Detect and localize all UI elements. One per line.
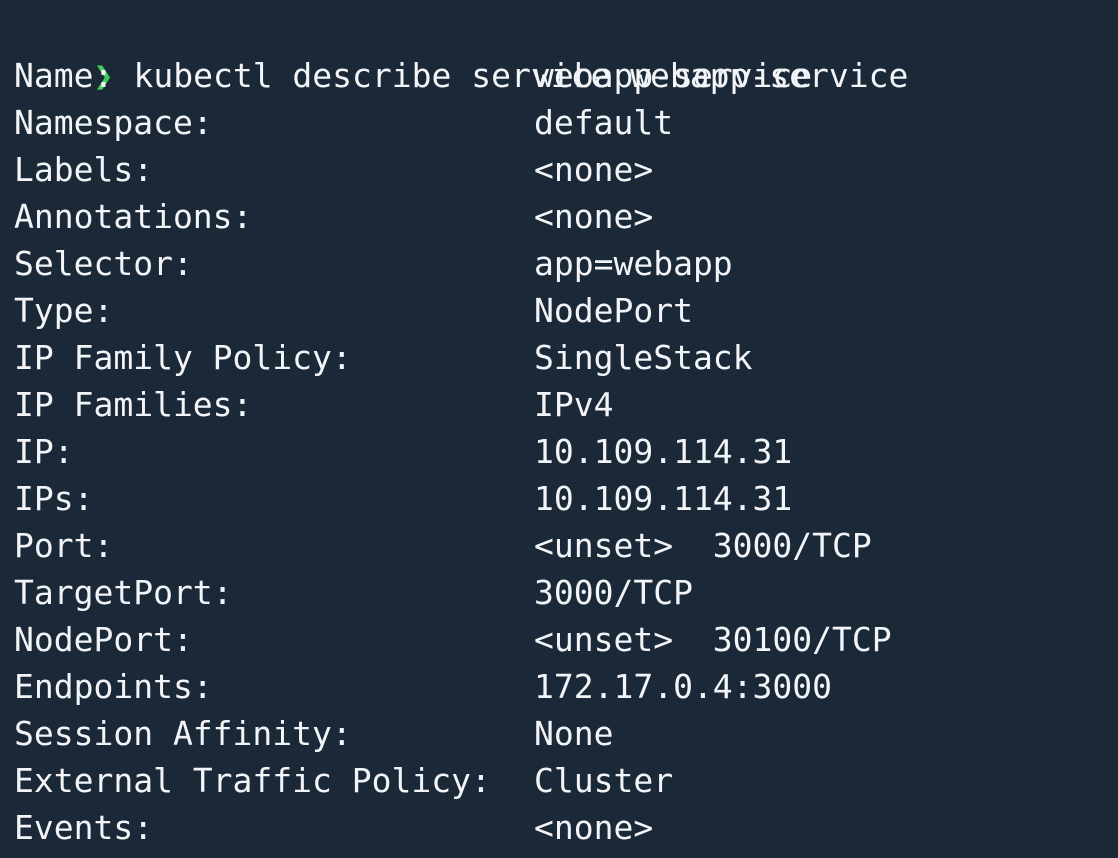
field-key: IP: (14, 432, 74, 471)
field-value: <none> (534, 197, 654, 236)
field-key: Annotations: (14, 197, 253, 236)
field-row-annotations: Annotations: <none> (14, 193, 1118, 240)
field-row-selector: Selector: app=webapp (14, 240, 1118, 287)
field-key: External Traffic Policy: (14, 761, 491, 800)
field-key: Events: (14, 808, 154, 847)
field-value: <none> (534, 150, 654, 189)
field-key: TargetPort: (14, 573, 233, 612)
field-key: Namespace: (14, 103, 213, 142)
field-value: app=webapp (534, 244, 733, 283)
terminal-window[interactable]: ❯ kubectl describe service webapp-service… (0, 0, 1118, 858)
field-row-port: Port: <unset> 3000/TCP (14, 522, 1118, 569)
field-key: IPs: (14, 479, 94, 518)
field-key: Type: (14, 291, 114, 330)
field-key: IP Families: (14, 385, 253, 424)
field-row-ip-family-policy: IP Family Policy: SingleStack (14, 334, 1118, 381)
field-key: NodePort: (14, 620, 193, 659)
field-key: Labels: (14, 150, 154, 189)
field-row-target-port: TargetPort: 3000/TCP (14, 569, 1118, 616)
field-row-labels: Labels: <none> (14, 146, 1118, 193)
field-row-namespace: Namespace: default (14, 99, 1118, 146)
field-key: IP Family Policy: (14, 338, 352, 377)
field-row-type: Type: NodePort (14, 287, 1118, 334)
command-line: ❯ kubectl describe service webapp-service (14, 5, 1118, 95)
field-value: NodePort (534, 291, 693, 330)
field-row-external-traffic-policy: External Traffic Policy: Cluster (14, 757, 1118, 804)
field-value: <unset> 3000/TCP (534, 526, 872, 565)
field-row-ip-families: IP Families: IPv4 (14, 381, 1118, 428)
field-key: Port: (14, 526, 114, 565)
field-row-name: Name: webapp-service (14, 52, 1118, 99)
field-value: webapp-service (534, 56, 813, 95)
field-key: Selector: (14, 244, 193, 283)
field-value: default (534, 103, 674, 142)
field-value: <unset> 30100/TCP (534, 620, 892, 659)
field-value: None (534, 714, 614, 753)
field-key: Endpoints: (14, 667, 213, 706)
field-value: 172.17.0.4:3000 (534, 667, 833, 706)
field-row-ips: IPs: 10.109.114.31 (14, 475, 1118, 522)
field-value: <none> (534, 808, 654, 847)
field-key: Name: (14, 56, 114, 95)
field-row-ip: IP: 10.109.114.31 (14, 428, 1118, 475)
field-row-events: Events: <none> (14, 804, 1118, 851)
field-row-endpoints: Endpoints: 172.17.0.4:3000 (14, 663, 1118, 710)
field-key: Session Affinity: (14, 714, 352, 753)
field-value: IPv4 (534, 385, 614, 424)
field-value: 3000/TCP (534, 573, 693, 612)
previous-output-line (14, 0, 1118, 9)
field-row-node-port: NodePort: <unset> 30100/TCP (14, 616, 1118, 663)
field-value: 10.109.114.31 (534, 432, 793, 471)
field-value: SingleStack (534, 338, 753, 377)
field-value: 10.109.114.31 (534, 479, 793, 518)
field-value: Cluster (534, 761, 674, 800)
field-row-session-affinity: Session Affinity: None (14, 710, 1118, 757)
